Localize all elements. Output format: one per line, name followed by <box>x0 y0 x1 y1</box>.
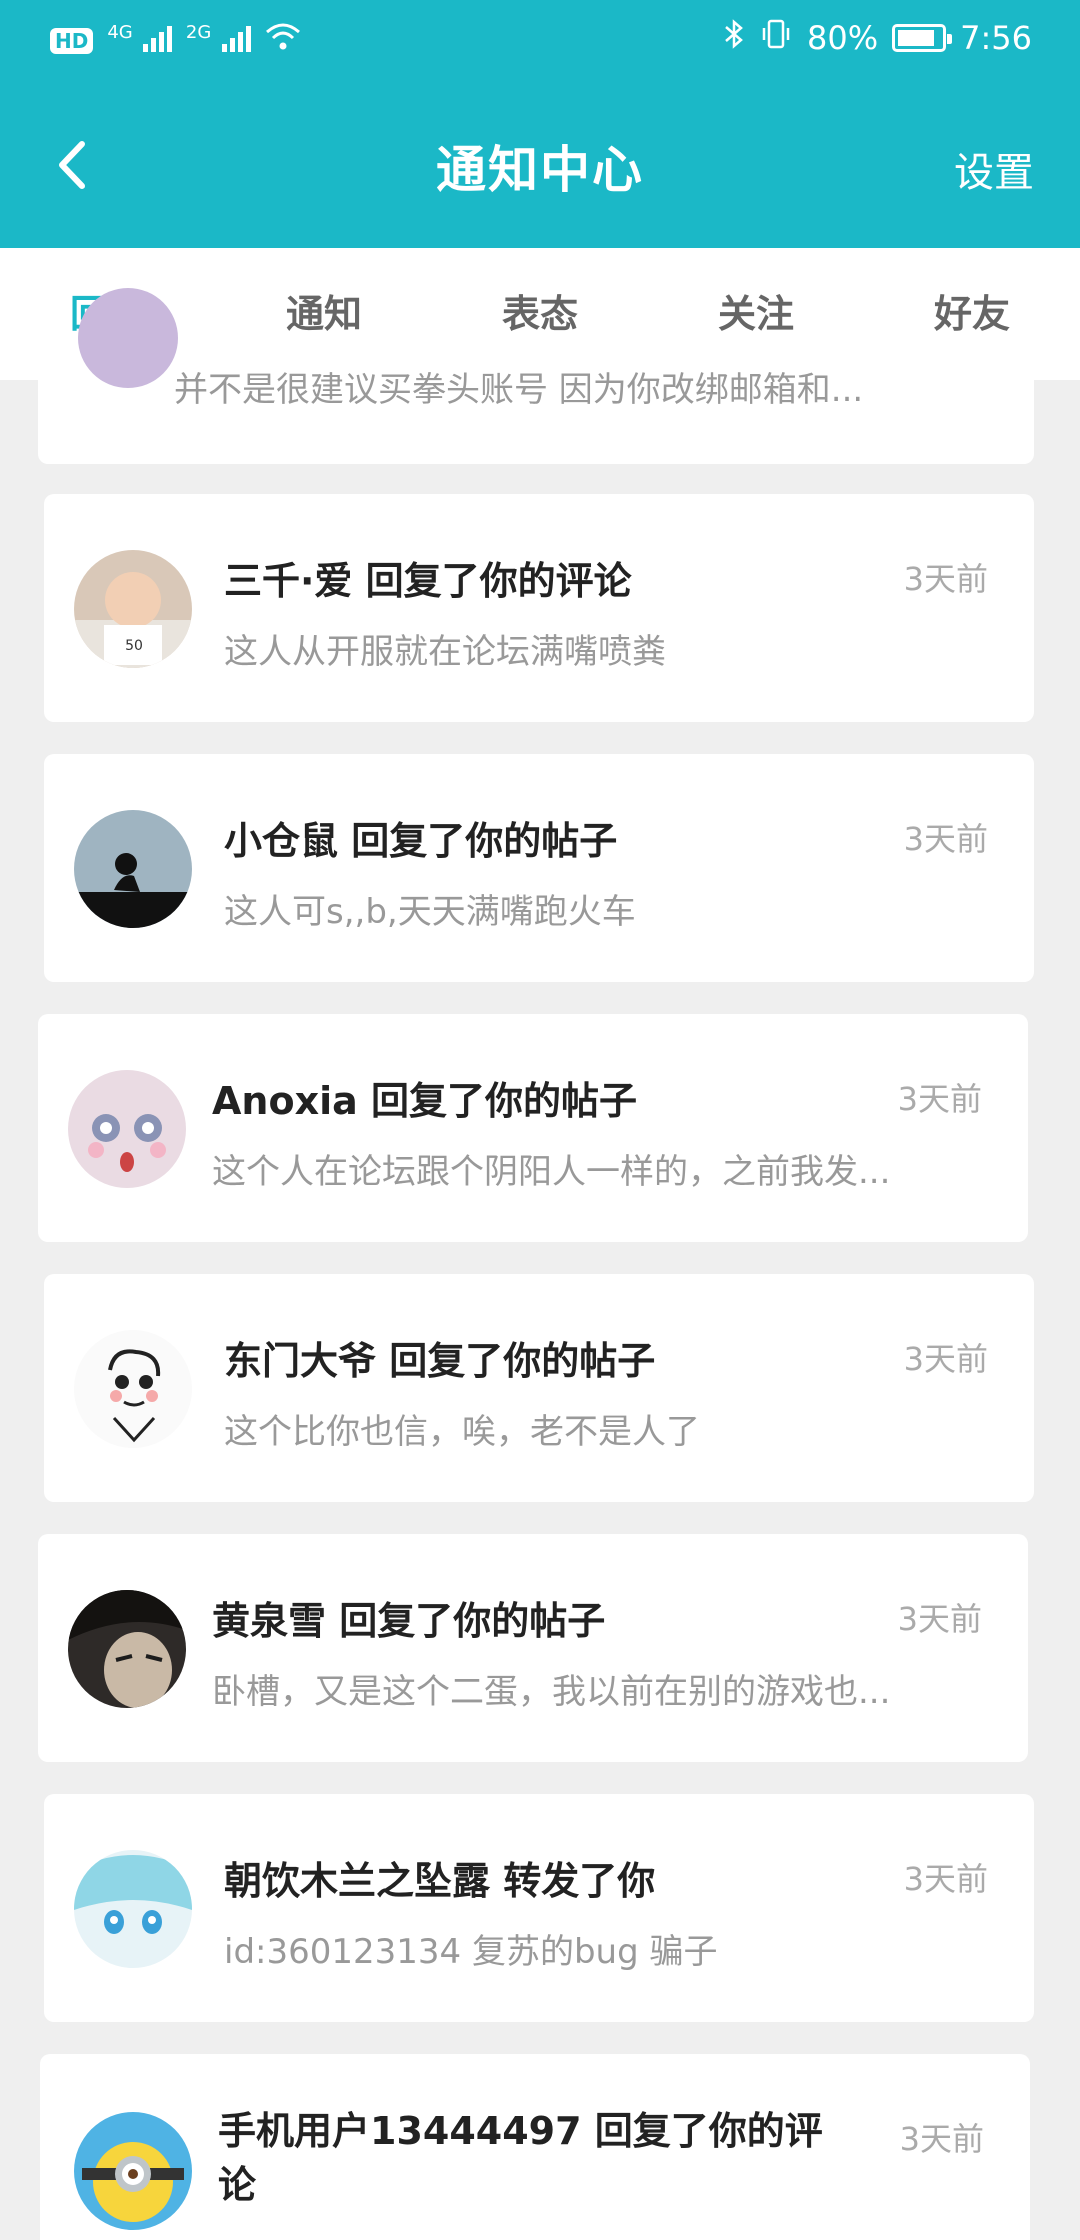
item-subtitle: 这人从开服就在论坛满嘴喷粪 <box>224 632 666 672</box>
wifi-icon <box>265 22 301 60</box>
battery-percent: 80% <box>807 19 879 57</box>
header: 通知中心 设置 <box>0 80 1080 248</box>
list-item[interactable]: 东门大爷 回复了你的帖子 这个比你也信，唉，老不是人了 3天前 <box>44 1274 1034 1502</box>
signal-icon: 4G <box>107 22 172 60</box>
avatar <box>74 2112 192 2230</box>
item-title: Anoxia 回复了你的帖子 <box>212 1079 637 1123</box>
item-time: 3天前 <box>899 2120 984 2158</box>
item-title: 黄泉雪 回复了你的帖子 <box>212 1599 606 1643</box>
bluetooth-icon <box>723 18 745 58</box>
hd-badge: HD <box>50 28 94 54</box>
clock: 7:56 <box>960 19 1032 57</box>
item-time: 3天前 <box>897 1080 982 1118</box>
list-item[interactable]: 手机用户13444497 回复了你的评论 3天前 <box>40 2054 1030 2240</box>
item-time: 3天前 <box>903 1860 988 1898</box>
avatar <box>74 1330 192 1448</box>
list-item[interactable]: 小仓鼠 回复了你的帖子 这人可s,,b,天天满嘴跑火车 3天前 <box>44 754 1034 982</box>
list-item[interactable]: 50 三千·爱 回复了你的评论 这人从开服就在论坛满嘴喷粪 3天前 <box>44 494 1034 722</box>
avatar: 50 <box>74 550 192 668</box>
list-item[interactable]: Anoxia 回复了你的帖子 这个人在论坛跟个阴阳人一样的，之前我发... 3天… <box>38 1014 1028 1242</box>
item-subtitle: 这人可s,,b,天天满嘴跑火车 <box>224 892 636 932</box>
top-bar: HD 4G 2G 80% 7:56 通知中心 设置 <box>0 0 1080 248</box>
list-item[interactable]: 黄泉雪 回复了你的帖子 卧槽，又是这个二蛋，我以前在别的游戏也... 3天前 <box>38 1534 1028 1762</box>
list-item-subtitle: 并不是很建议买拳头账号 因为你改绑邮箱和... <box>174 370 864 410</box>
item-title: 朝饮木兰之坠露 转发了你 <box>224 1859 656 1903</box>
item-title: 手机用户13444497 回复了你的评论 <box>218 2109 823 2207</box>
item-title: 三千·爱 回复了你的评论 <box>224 559 632 603</box>
item-time: 3天前 <box>903 1340 988 1378</box>
item-time: 3天前 <box>903 560 988 598</box>
avatar <box>68 1590 186 1708</box>
svg-text:50: 50 <box>125 638 143 654</box>
settings-button[interactable]: 设置 <box>954 140 1034 198</box>
item-time: 3天前 <box>903 820 988 858</box>
battery-icon <box>892 24 953 52</box>
avatar <box>68 1070 186 1188</box>
item-subtitle: 卧槽，又是这个二蛋，我以前在别的游戏也... <box>212 1672 891 1712</box>
status-bar: HD 4G 2G 80% 7:56 <box>0 0 1080 80</box>
item-subtitle: id:360123134 复苏的bug 骗子 <box>224 1932 718 1972</box>
item-title: 小仓鼠 回复了你的帖子 <box>224 819 618 863</box>
item-subtitle: 这个比你也信，唉，老不是人了 <box>224 1412 700 1452</box>
avatar <box>74 810 192 928</box>
list-item[interactable]: 朝饮木兰之坠露 转发了你 id:360123134 复苏的bug 骗子 3天前 <box>44 1794 1034 2022</box>
item-time: 3天前 <box>897 1600 982 1638</box>
avatar <box>74 1850 192 1968</box>
page-title: 通知中心 <box>436 141 644 199</box>
vibrate-icon <box>759 18 793 58</box>
signal-icon-2: 2G <box>186 22 251 60</box>
item-title: 东门大爷 回复了你的帖子 <box>224 1339 656 1383</box>
item-subtitle: 这个人在论坛跟个阴阳人一样的，之前我发... <box>212 1152 891 1192</box>
avatar <box>78 288 178 388</box>
